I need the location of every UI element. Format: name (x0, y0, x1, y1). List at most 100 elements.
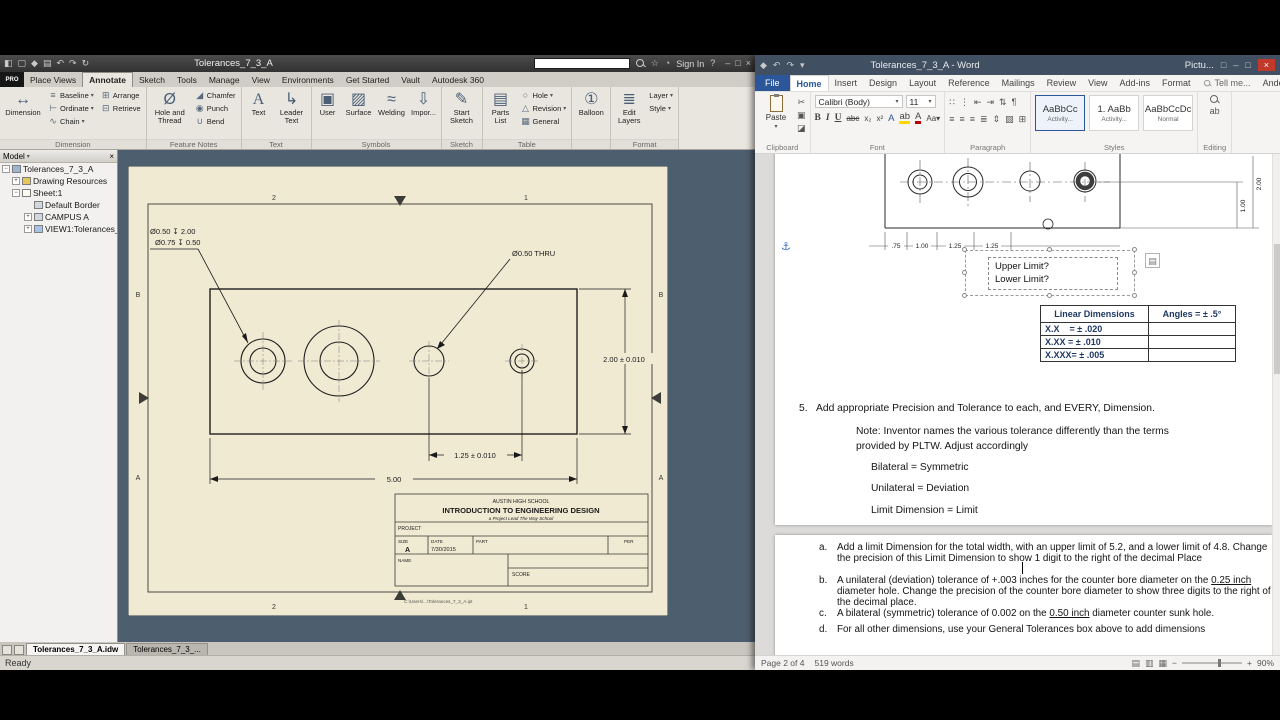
tree-item-campus-a[interactable]: + CAMPUS A (0, 211, 117, 223)
browser-header[interactable]: Model ▾ × (0, 150, 117, 163)
minimize-icon[interactable]: – (725, 59, 730, 68)
balloon-button[interactable]: ① Balloon (575, 89, 607, 138)
tree-item-sheet1[interactable]: − Sheet:1 (0, 187, 117, 199)
strikethrough-button[interactable]: abc (846, 114, 859, 123)
print-layout-icon[interactable]: ▥ (1145, 658, 1154, 668)
zoom-level[interactable]: 90% (1257, 658, 1274, 668)
font-color-button[interactable]: A (915, 111, 922, 124)
text-effects-button[interactable]: A (888, 113, 894, 124)
expand-icon[interactable]: + (12, 177, 20, 185)
tab-annotate[interactable]: Annotate (82, 72, 133, 87)
background-window-title[interactable]: Pictu... (1185, 60, 1214, 71)
tab-place-views[interactable]: Place Views (24, 72, 82, 87)
indent-decrease-icon[interactable]: ⇤ (974, 97, 982, 108)
save-icon[interactable]: ◆ (760, 60, 767, 70)
italic-button[interactable]: I (826, 113, 830, 123)
font-name-select[interactable]: Calibri (Body) ▾ (814, 95, 903, 108)
style-select[interactable]: Style ▾ (647, 102, 675, 114)
justify-icon[interactable]: ≣ (980, 114, 988, 125)
ribbon-options-icon[interactable]: □ (1221, 60, 1226, 70)
arrange-windows-icon[interactable] (2, 645, 12, 655)
word-document-area[interactable]: .75 1.00 1.25 1.25 2.00 1.00 ⚓ Upper Lim… (755, 154, 1272, 655)
save-icon[interactable]: ◆ (31, 59, 38, 68)
tab-vault[interactable]: Vault (395, 72, 426, 87)
arrange-button[interactable]: ⊞ Arrange (99, 89, 143, 101)
redo-icon[interactable]: ↷ (786, 60, 794, 70)
superscript-button[interactable]: x² (876, 114, 883, 123)
web-layout-icon[interactable]: ▦ (1159, 658, 1168, 668)
tree-item-root[interactable]: − Tolerances_7_3_A (0, 163, 117, 175)
cut-icon[interactable]: ✂ (797, 97, 806, 108)
undo-icon[interactable]: ↶ (773, 60, 781, 70)
tab-sketch[interactable]: Sketch (133, 72, 171, 87)
align-center-icon[interactable]: ≡ (959, 114, 964, 125)
print-icon[interactable]: ▤ (43, 59, 52, 68)
layout-options-button[interactable]: ▤ (1145, 253, 1160, 268)
retrieve-button[interactable]: ⊟ Retrieve (99, 102, 143, 114)
expand-icon[interactable]: + (24, 213, 32, 221)
find-icon[interactable] (1210, 95, 1219, 104)
style-activity-1[interactable]: AaBbCc Activity... (1035, 95, 1086, 131)
user-symbol-button[interactable]: ▣ User (315, 89, 341, 138)
drawing-sheet[interactable]: 2 1 2 1 B A B A Ø0.50 ↧ 2.00 Ø0.75 ↧ 0.5… (128, 166, 668, 616)
change-case-button[interactable]: Aa▾ (926, 114, 940, 123)
resize-handle[interactable] (1132, 270, 1137, 275)
quick-access-dropdown-icon[interactable]: ▾ (800, 60, 805, 70)
help-icon[interactable]: ? (710, 59, 715, 68)
minimize-icon[interactable]: – (1233, 60, 1238, 70)
general-tolerances-table[interactable]: Linear Dimensions Angles = ± .5° X.X = ±… (1040, 305, 1236, 362)
tab-review[interactable]: Review (1041, 75, 1083, 91)
switch-windows-icon[interactable] (14, 645, 24, 655)
baseline-button[interactable]: ≡ Baseline ▾ (46, 89, 96, 101)
shading-icon[interactable]: ▨ (1005, 114, 1014, 125)
resize-handle[interactable] (1047, 293, 1052, 298)
surface-button[interactable]: ▨ Surface (344, 89, 374, 138)
dimension-button[interactable]: ↔ Dimension (3, 89, 43, 138)
tab-view[interactable]: View (246, 72, 276, 87)
tell-me-box[interactable]: Tell me... (1197, 75, 1257, 91)
collapse-icon[interactable]: − (2, 165, 10, 173)
welding-button[interactable]: ≈ Welding (377, 89, 407, 138)
sort-icon[interactable]: ⇅ (999, 97, 1007, 108)
chain-button[interactable]: ∿ Chain ▾ (46, 115, 96, 127)
account-name[interactable]: Anderson... (1257, 75, 1280, 91)
numbering-icon[interactable]: ⋮ (960, 97, 969, 108)
paste-button[interactable]: Paste ▾ (759, 94, 793, 141)
resize-handle[interactable] (962, 247, 967, 252)
show-marks-icon[interactable]: ¶ (1012, 97, 1017, 108)
help-search-input[interactable] (533, 58, 630, 69)
revision-button[interactable]: △ Revision ▾ (519, 102, 569, 114)
leader-text-button[interactable]: ↳ Leader Text (276, 89, 308, 138)
tab-environments[interactable]: Environments (276, 72, 340, 87)
hole-and-thread-button[interactable]: Ø Hole and Thread (150, 89, 190, 138)
import-button[interactable]: ⇩ Impor... (410, 89, 438, 138)
zoom-slider-thumb[interactable] (1218, 659, 1222, 667)
doc-tab-part[interactable]: Tolerances_7_3_... (126, 643, 208, 655)
hole-table-button[interactable]: ○ Hole ▾ (519, 89, 569, 101)
parts-list-button[interactable]: ▤ Parts List (486, 89, 516, 138)
style-activity-2[interactable]: 1. AaBb Activity... (1089, 95, 1140, 131)
line-spacing-icon[interactable]: ⇕ (993, 114, 1001, 125)
text-button[interactable]: A Text (245, 89, 273, 138)
punch-button[interactable]: ◉ Punch (193, 102, 238, 114)
highlight-button[interactable]: ab (899, 111, 911, 124)
zoom-slider[interactable] (1182, 659, 1243, 667)
tree-item-drawing-resources[interactable]: + Drawing Resources (0, 175, 117, 187)
replace-icon[interactable]: ab (1210, 106, 1220, 117)
close-icon[interactable]: × (1257, 59, 1275, 71)
indent-increase-icon[interactable]: ⇥ (986, 97, 994, 108)
start-sketch-button[interactable]: ✎ Start Sketch (445, 89, 479, 138)
bullets-icon[interactable]: ∷ (949, 97, 955, 108)
expand-icon[interactable]: + (24, 225, 32, 233)
limits-textbox[interactable]: Upper Limit? Lower Limit? (988, 257, 1118, 290)
scrollbar-thumb[interactable] (1274, 244, 1280, 374)
resize-handle[interactable] (1047, 247, 1052, 252)
bend-button[interactable]: ∪ Bend (193, 115, 238, 127)
doc-tab-drawing[interactable]: Tolerances_7_3_A.idw (26, 643, 126, 655)
layer-select[interactable]: Layer ▾ (647, 89, 675, 101)
drawing-canvas[interactable]: 2 1 2 1 B A B A Ø0.50 ↧ 2.00 Ø0.75 ↧ 0.5… (118, 150, 755, 642)
tab-add-ins[interactable]: Add-ins (1114, 75, 1157, 91)
subscript-button[interactable]: x₂ (864, 114, 871, 123)
underline-button[interactable]: U (835, 113, 842, 123)
tab-mailings[interactable]: Mailings (996, 75, 1041, 91)
